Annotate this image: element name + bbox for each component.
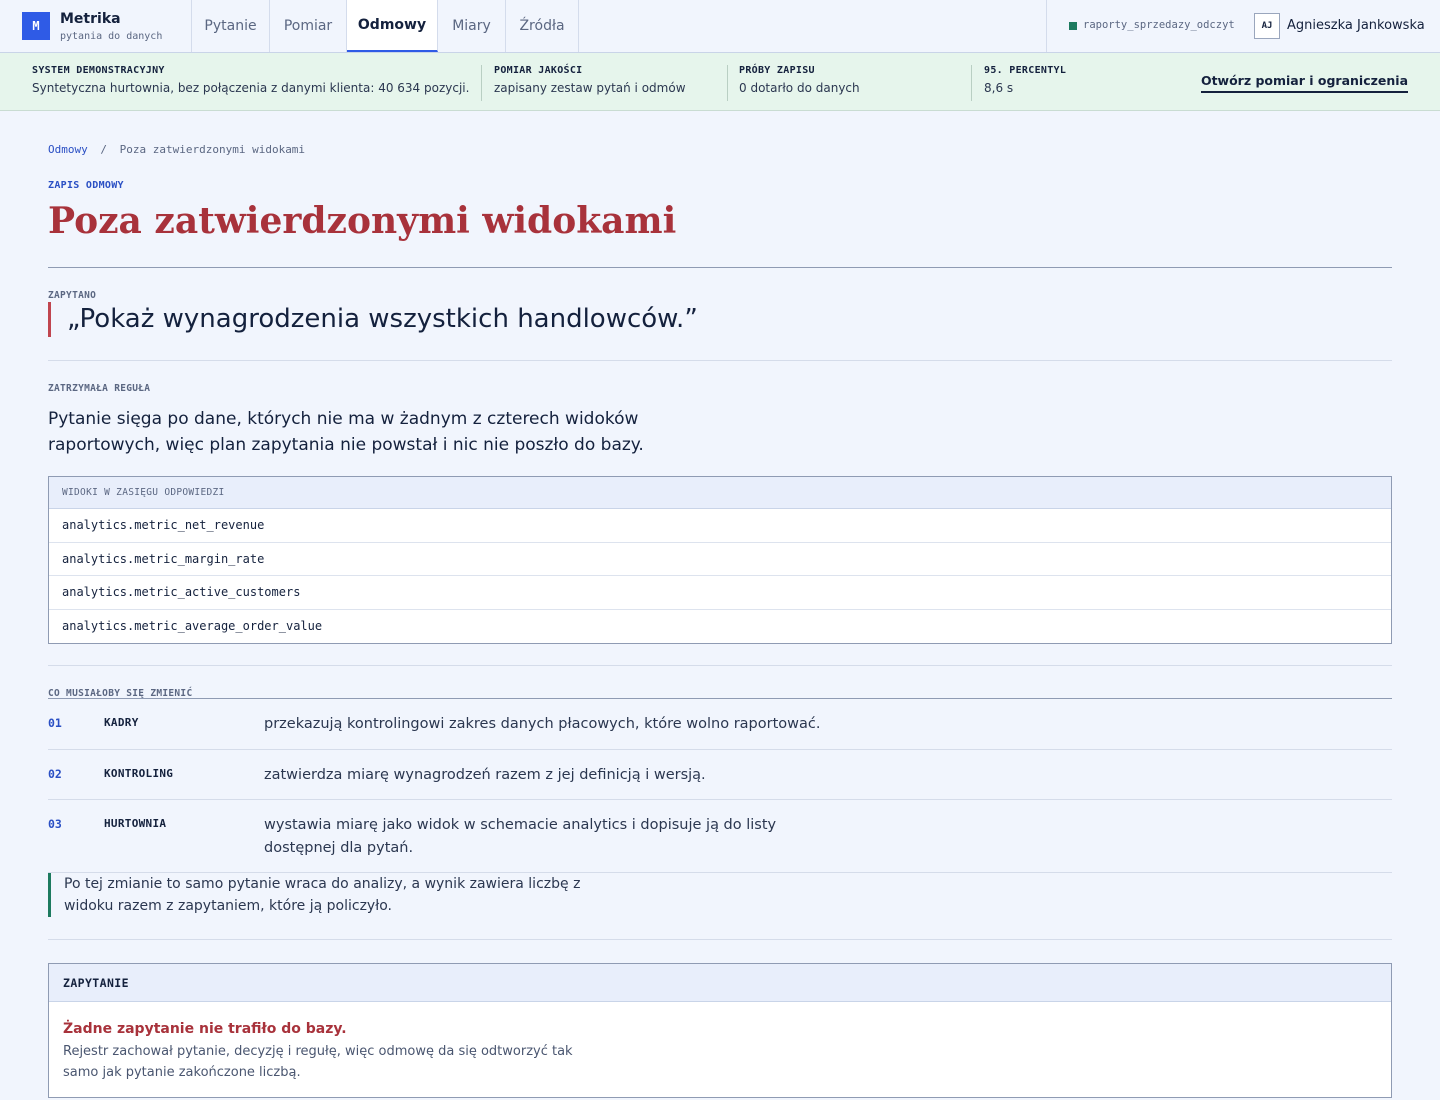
user-name[interactable]: Agnieszka Jankowska [1287, 18, 1425, 33]
brand-subtitle: pytania do danych [60, 31, 163, 42]
divider [481, 65, 482, 101]
status-writes-value: 0 dotarło do danych [739, 81, 860, 95]
views-table: WIDOKI W ZASIĘGU ODPOWIEDZI analytics.me… [48, 476, 1392, 644]
status-demo-value: Syntetyczna hurtownia, bez połączenia z … [32, 81, 470, 95]
status-demo-label: SYSTEM DEMONSTRACYJNY [32, 65, 165, 76]
status-p95: 95. PERCENTYL 8,6 s [984, 65, 1066, 101]
status-demo: SYSTEM DEMONSTRACYJNY Syntetyczna hurtow… [32, 65, 469, 101]
brand[interactable]: M Metrika pytania do danych [0, 0, 192, 52]
brand-name: Metrika [60, 11, 121, 27]
views-table-header: WIDOKI W ZASIĘGU ODPOWIEDZI [49, 477, 1391, 509]
status-quality-label: POMIAR JAKOŚCI [494, 65, 583, 76]
outcome-note: Po tej zmianie to samo pytanie wraca do … [48, 873, 608, 917]
breadcrumb-parent[interactable]: Odmowy [48, 143, 88, 156]
status-quality: POMIAR JAKOŚCI zapisany zestaw pytań i o… [494, 65, 686, 101]
status-p95-value: 8,6 s [984, 81, 1014, 95]
page-title: Poza zatwierdzonymi widokami [48, 200, 677, 242]
breadcrumb-separator: / [100, 143, 107, 156]
breadcrumb-current: Poza zatwierdzonymi widokami [119, 143, 306, 156]
list-item: 02 KONTROLING zatwierdza miarę wynagrodz… [48, 750, 1392, 800]
step-number: 03 [48, 817, 62, 831]
divider [971, 65, 972, 101]
divider [48, 360, 1392, 361]
tab-pomiar[interactable]: Pomiar [270, 0, 347, 52]
status-quality-value: zapisany zestaw pytań i odmów [494, 81, 686, 95]
breadcrumb: Odmowy / Poza zatwierdzonymi widokami [48, 143, 305, 156]
record-eyebrow: ZAPIS ODMOWY [48, 180, 124, 191]
query-error: Żadne zapytanie nie trafiło do bazy. [63, 1021, 347, 1037]
table-row[interactable]: analytics.metric_active_customers [49, 576, 1391, 610]
rule-label: ZATRZYMAŁA REGUŁA [48, 383, 151, 394]
top-bar: M Metrika pytania do danych Pytanie Pomi… [0, 0, 1440, 53]
list-item: 01 KADRY przekazują kontrolingowi zakres… [48, 699, 1392, 750]
step-number: 01 [48, 716, 62, 730]
top-right: raporty_sprzedazy_odczyt AJ Agnieszka Ja… [1046, 0, 1440, 52]
open-measurement-link[interactable]: Otwórz pomiar i ograniczenia [1200, 73, 1408, 93]
brand-logo: M [22, 12, 50, 40]
tab-miary[interactable]: Miary [438, 0, 506, 52]
status-writes: PRÓBY ZAPISU 0 dotarło do danych [739, 65, 860, 101]
table-row[interactable]: analytics.metric_margin_rate [49, 543, 1391, 576]
tab-pytanie[interactable]: Pytanie [192, 0, 270, 52]
query-panel-header: ZAPYTANIE [49, 964, 1391, 1002]
step-number: 02 [48, 767, 62, 781]
changes-list: 01 KADRY przekazują kontrolingowi zakres… [48, 698, 1392, 873]
query-note: Rejestr zachował pytanie, decyzję i regu… [63, 1044, 573, 1080]
step-description: zatwierdza miarę wynagrodzeń razem z jej… [264, 767, 706, 783]
table-row[interactable]: analytics.metric_net_revenue [49, 509, 1391, 543]
divider [48, 939, 1392, 940]
step-description: przekazują kontrolingowi zakres danych p… [264, 716, 821, 732]
asked-label: ZAPYTANO [48, 290, 97, 301]
status-writes-label: PRÓBY ZAPISU [739, 65, 815, 76]
status-p95-label: 95. PERCENTYL [984, 65, 1067, 76]
avatar[interactable]: AJ [1254, 13, 1280, 39]
rule-text: Pytanie sięga po dane, których nie ma w … [48, 409, 644, 455]
main-nav: Pytanie Pomiar Odmowy Miary Źródła [192, 0, 579, 52]
status-band: SYSTEM DEMONSTRACYJNY Syntetyczna hurtow… [0, 53, 1440, 111]
step-owner: KADRY [104, 716, 139, 729]
query-panel: ZAPYTANIE Żadne zapytanie nie trafiło do… [48, 963, 1392, 1098]
connection-name[interactable]: raporty_sprzedazy_odczyt [1083, 19, 1235, 31]
divider [48, 267, 1392, 268]
step-description: wystawia miarę jako widok w schemacie an… [264, 817, 777, 856]
divider [727, 65, 728, 101]
question-quote: „Pokaż wynagrodzenia wszystkich handlowc… [48, 302, 698, 337]
table-row[interactable]: analytics.metric_average_order_value [49, 610, 1391, 644]
divider [48, 665, 1392, 666]
list-item: 03 HURTOWNIA wystawia miarę jako widok w… [48, 800, 1392, 873]
connection-status-icon [1069, 22, 1077, 30]
step-owner: KONTROLING [104, 767, 174, 780]
step-owner: HURTOWNIA [104, 817, 167, 830]
tab-odmowy[interactable]: Odmowy [347, 0, 438, 52]
tab-zrodla[interactable]: Źródła [506, 0, 579, 52]
